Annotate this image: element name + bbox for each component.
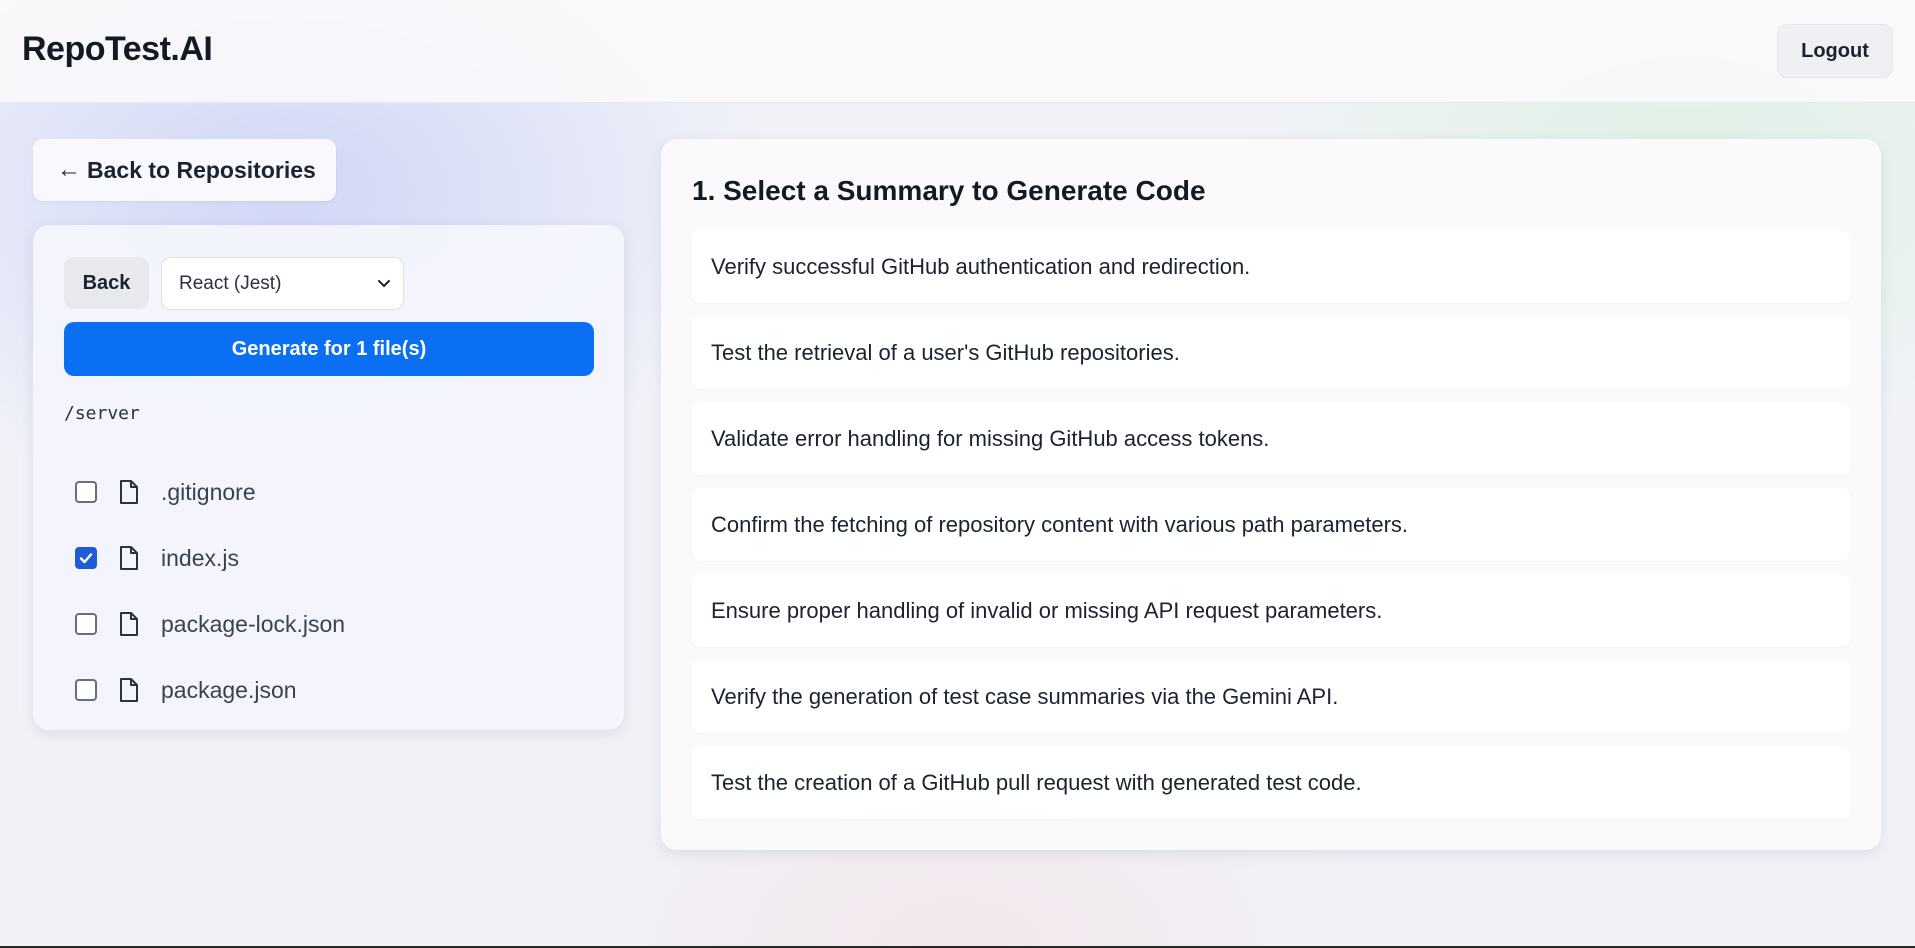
checkmark-icon [79, 553, 93, 564]
summary-item[interactable]: Confirm the fetching of repository conte… [692, 488, 1850, 561]
chevron-down-icon [378, 280, 390, 287]
summary-item[interactable]: Test the creation of a GitHub pull reque… [692, 746, 1850, 819]
framework-select[interactable]: React (Jest) [161, 257, 404, 310]
summary-item[interactable]: Validate error handling for missing GitH… [692, 402, 1850, 475]
arrow-left-icon: ← [57, 156, 81, 183]
file-name: index.js [161, 544, 239, 571]
back-to-repositories-button[interactable]: ← Back to Repositories [33, 139, 336, 201]
directory-path: /server [64, 403, 140, 424]
generate-button[interactable]: Generate for 1 file(s) [64, 322, 594, 376]
brand-logo: RepoTest.AI [22, 30, 213, 68]
file-row[interactable]: index.js [75, 538, 239, 578]
file-icon [120, 612, 138, 636]
file-name: package.json [161, 676, 297, 703]
framework-select-value: React (Jest) [179, 272, 282, 294]
summary-item[interactable]: Verify successful GitHub authentication … [692, 230, 1850, 303]
summary-item[interactable]: Test the retrieval of a user's GitHub re… [692, 316, 1850, 389]
summary-item[interactable]: Ensure proper handling of invalid or mis… [692, 574, 1850, 647]
summary-item[interactable]: Verify the generation of test case summa… [692, 660, 1850, 733]
summary-panel: 1. Select a Summary to Generate Code Ver… [661, 139, 1881, 850]
app-header: RepoTest.AI Logout [0, 0, 1915, 103]
file-icon [120, 546, 138, 570]
file-name: package-lock.json [161, 610, 346, 637]
file-icon [120, 480, 138, 504]
file-checkbox[interactable] [75, 547, 97, 569]
file-row[interactable]: .gitignore [75, 472, 256, 512]
file-icon [120, 678, 138, 702]
file-checkbox[interactable] [75, 679, 97, 701]
back-button[interactable]: Back [64, 257, 149, 309]
back-to-repositories-label: Back to Repositories [87, 156, 316, 183]
file-name: .gitignore [161, 478, 256, 505]
summary-panel-title: 1. Select a Summary to Generate Code [692, 175, 1206, 206]
file-row[interactable]: package-lock.json [75, 604, 345, 644]
file-checkbox[interactable] [75, 481, 97, 503]
file-row[interactable]: package.json [75, 670, 297, 710]
file-selection-panel: Back React (Jest) Generate for 1 file(s)… [33, 225, 624, 730]
file-checkbox[interactable] [75, 613, 97, 635]
logout-button[interactable]: Logout [1777, 24, 1893, 78]
